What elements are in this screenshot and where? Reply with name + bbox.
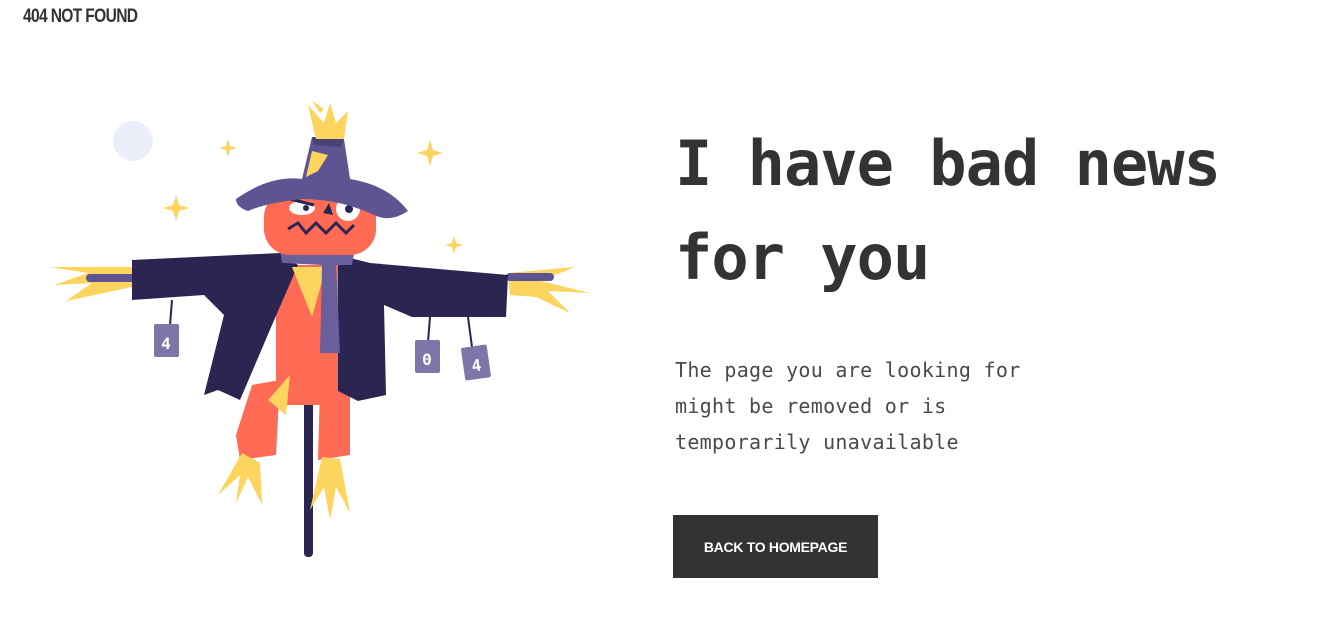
can-0: 0 [415, 340, 440, 373]
can-label: 0 [422, 350, 432, 369]
sparkle-icon [219, 139, 237, 157]
page-title: 404 NOT FOUND [23, 6, 138, 27]
sparkle-icon [445, 236, 463, 254]
can-4-right: 4 [461, 344, 491, 381]
back-to-homepage-button[interactable]: BACK TO HOMEPAGE [673, 515, 878, 578]
scarecrow-illustration: 4 0 4 [50, 101, 590, 557]
page: 404 NOT FOUND 4 0 4 I have bad news for … [0, 0, 1339, 629]
headline: I have bad news for you [675, 127, 1221, 294]
moon-icon [113, 121, 153, 161]
description: The page you are looking for might be re… [675, 358, 1021, 454]
straw-left [50, 267, 132, 301]
sparkle-icon [417, 140, 443, 166]
sparkle-icon [163, 195, 189, 221]
can-4-left: 4 [154, 324, 179, 357]
can-label: 4 [161, 334, 171, 353]
